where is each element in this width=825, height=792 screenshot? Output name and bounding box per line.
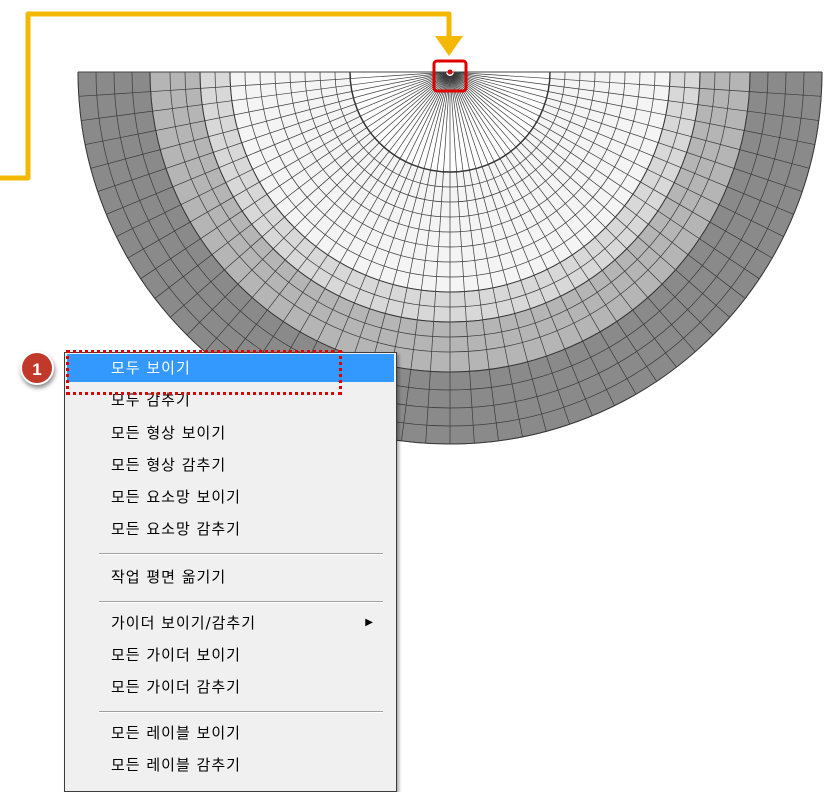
selected-item-highlight <box>66 350 342 395</box>
menu-separator <box>99 553 383 555</box>
menu-item-label: 모든 요소망 감추기 <box>111 520 241 538</box>
menu-separator <box>99 601 383 603</box>
menu-item-label: 가이더 보이기/감추기 <box>111 614 257 632</box>
step-badge: 1 <box>20 351 54 385</box>
menu-item-show-all-shapes[interactable]: 모든 형상 보이기 <box>67 419 394 447</box>
menu-item-hide-all-labels[interactable]: 모든 레이블 감추기 <box>67 751 394 779</box>
menu-item-label: 모든 요소망 보이기 <box>111 488 241 506</box>
menu-item-label: 모든 형상 감추기 <box>111 456 227 474</box>
menu-item-label: 모든 가이더 감추기 <box>111 678 241 696</box>
menu-item-toggle-guiders[interactable]: 가이더 보이기/감추기 ▶ <box>67 609 394 637</box>
menu-item-hide-all-guiders[interactable]: 모든 가이더 감추기 <box>67 673 394 701</box>
menu-item-label: 모든 가이더 보이기 <box>111 646 241 664</box>
submenu-arrow-icon: ▶ <box>365 617 374 628</box>
menu-item-show-all-guiders[interactable]: 모든 가이더 보이기 <box>67 641 394 669</box>
context-menu: 모두 보이기 모두 감추기 모든 형상 보이기 모든 형상 감추기 모든 요소망… <box>64 352 397 792</box>
menu-item-label: 모든 레이블 보이기 <box>111 724 241 742</box>
center-node-point <box>447 69 453 75</box>
menu-item-label: 모든 레이블 감추기 <box>111 756 241 774</box>
menu-separator <box>99 711 383 713</box>
menu-item-show-all-labels[interactable]: 모든 레이블 보이기 <box>67 719 394 747</box>
menu-item-show-all-meshes[interactable]: 모든 요소망 보이기 <box>67 483 394 511</box>
callout-arrow-head <box>435 36 463 56</box>
menu-item-hide-all-shapes[interactable]: 모든 형상 감추기 <box>67 451 394 479</box>
menu-item-label: 모든 형상 보이기 <box>111 424 227 442</box>
menu-item-hide-all-meshes[interactable]: 모든 요소망 감추기 <box>67 515 394 543</box>
menu-item-move-work-plane[interactable]: 작업 평면 옮기기 <box>67 563 394 591</box>
menu-item-label: 작업 평면 옮기기 <box>111 568 227 586</box>
